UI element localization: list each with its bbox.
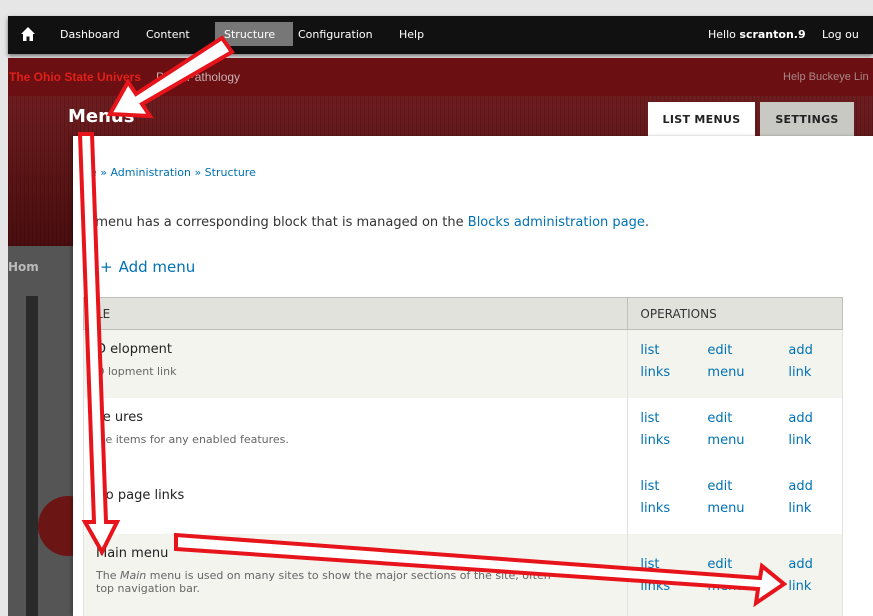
- op-add-link[interactable]: add link: [788, 554, 812, 598]
- tab-settings[interactable]: SETTINGS: [760, 102, 854, 136]
- screenshot: Dashboard Content Structure Configuratio…: [0, 0, 873, 616]
- title-cell: D elopment D lopment link: [82, 329, 629, 398]
- menu-name: D elopment: [96, 342, 172, 357]
- username[interactable]: scranton.9: [739, 28, 805, 41]
- menu-description: D lopment link: [96, 365, 177, 378]
- home-icon[interactable]: [20, 26, 36, 42]
- menu-name: Fe ures: [96, 409, 143, 425]
- tab-list-menus[interactable]: LIST MENUS: [648, 102, 755, 136]
- column-header-operations: OPERATIONS: [627, 297, 843, 330]
- operations-cell: list links edit menu add link: [627, 533, 843, 616]
- table-row: Main menu The Main menu is used on many …: [82, 533, 843, 616]
- op-edit-menu[interactable]: edit menu: [707, 554, 744, 598]
- plus-icon: +: [100, 258, 113, 276]
- operations-cell: list links edit menu add link: [627, 465, 843, 534]
- site-header: The Ohio State Univers Plant Pathology H…: [8, 58, 873, 96]
- op-edit-menu[interactable]: edit menu: [707, 408, 744, 452]
- op-add-link[interactable]: add link: [788, 408, 812, 452]
- menus-table: LE OPERATIONS D elopment D lopment link …: [82, 297, 843, 616]
- page-title: Menus: [68, 106, 135, 127]
- department-name[interactable]: Plant Pathology: [156, 70, 240, 84]
- menu-description: Me items for any enabled features.: [96, 432, 289, 446]
- greeting: Hello scranton.9: [708, 28, 806, 41]
- title-cell: Ho page links: [82, 465, 629, 534]
- background-page-left: Hom: [8, 246, 98, 616]
- greeting-prefix: Hello: [708, 28, 740, 41]
- op-edit-menu[interactable]: edit menu: [707, 340, 744, 384]
- intro-after: .: [644, 215, 650, 230]
- intro-text: h menu has a corresponding block that is…: [83, 215, 649, 230]
- add-menu-action[interactable]: + Add menu: [100, 258, 195, 276]
- header-links[interactable]: Help Buckeye Lin: [783, 71, 869, 83]
- op-list-links[interactable]: list links: [640, 340, 670, 384]
- table-row: Fe ures Me items for any enabled feature…: [82, 397, 843, 466]
- menu-name: Ho page links: [96, 487, 185, 503]
- op-add-link[interactable]: add link: [788, 340, 812, 384]
- background-home-label: Hom: [8, 260, 39, 274]
- op-list-links[interactable]: list links: [640, 476, 670, 520]
- toolbar-structure[interactable]: Structure: [224, 28, 275, 41]
- op-add-link[interactable]: add link: [788, 476, 812, 520]
- op-list-links[interactable]: list links: [640, 408, 670, 452]
- table-row: Ho page links list links edit menu add link: [82, 465, 843, 534]
- breadcrumb[interactable]: ne » Administration » Structure: [83, 166, 256, 179]
- toolbar-content[interactable]: Content: [146, 28, 190, 41]
- logout-link[interactable]: Log ou: [822, 28, 859, 41]
- blocks-admin-link[interactable]: Blocks administration page: [468, 215, 645, 230]
- menu-description: The Main menu is used on many sites to s…: [96, 568, 551, 595]
- column-header-title: LE: [82, 297, 629, 330]
- university-name[interactable]: The Ohio State Univers: [9, 70, 141, 84]
- background-column: [26, 296, 38, 616]
- table-row: D elopment D lopment link list links edit…: [82, 329, 843, 398]
- add-menu-link[interactable]: Add menu: [119, 258, 196, 276]
- op-list-links[interactable]: list links: [640, 554, 670, 598]
- intro-before: h menu has a corresponding block that is…: [83, 215, 468, 230]
- menu-name: Main menu: [96, 545, 169, 561]
- operations-cell: list links edit menu add link: [627, 329, 843, 398]
- title-cell: Fe ures Me items for any enabled feature…: [82, 397, 629, 466]
- toolbar-help[interactable]: Help: [399, 28, 424, 41]
- toolbar-dashboard[interactable]: Dashboard: [60, 28, 120, 41]
- operations-cell: list links edit menu add link: [627, 397, 843, 466]
- op-edit-menu[interactable]: edit menu: [707, 476, 744, 520]
- title-cell: Main menu The Main menu is used on many …: [82, 533, 629, 616]
- admin-toolbar: Dashboard Content Structure Configuratio…: [8, 16, 873, 54]
- toolbar-configuration[interactable]: Configuration: [298, 28, 373, 41]
